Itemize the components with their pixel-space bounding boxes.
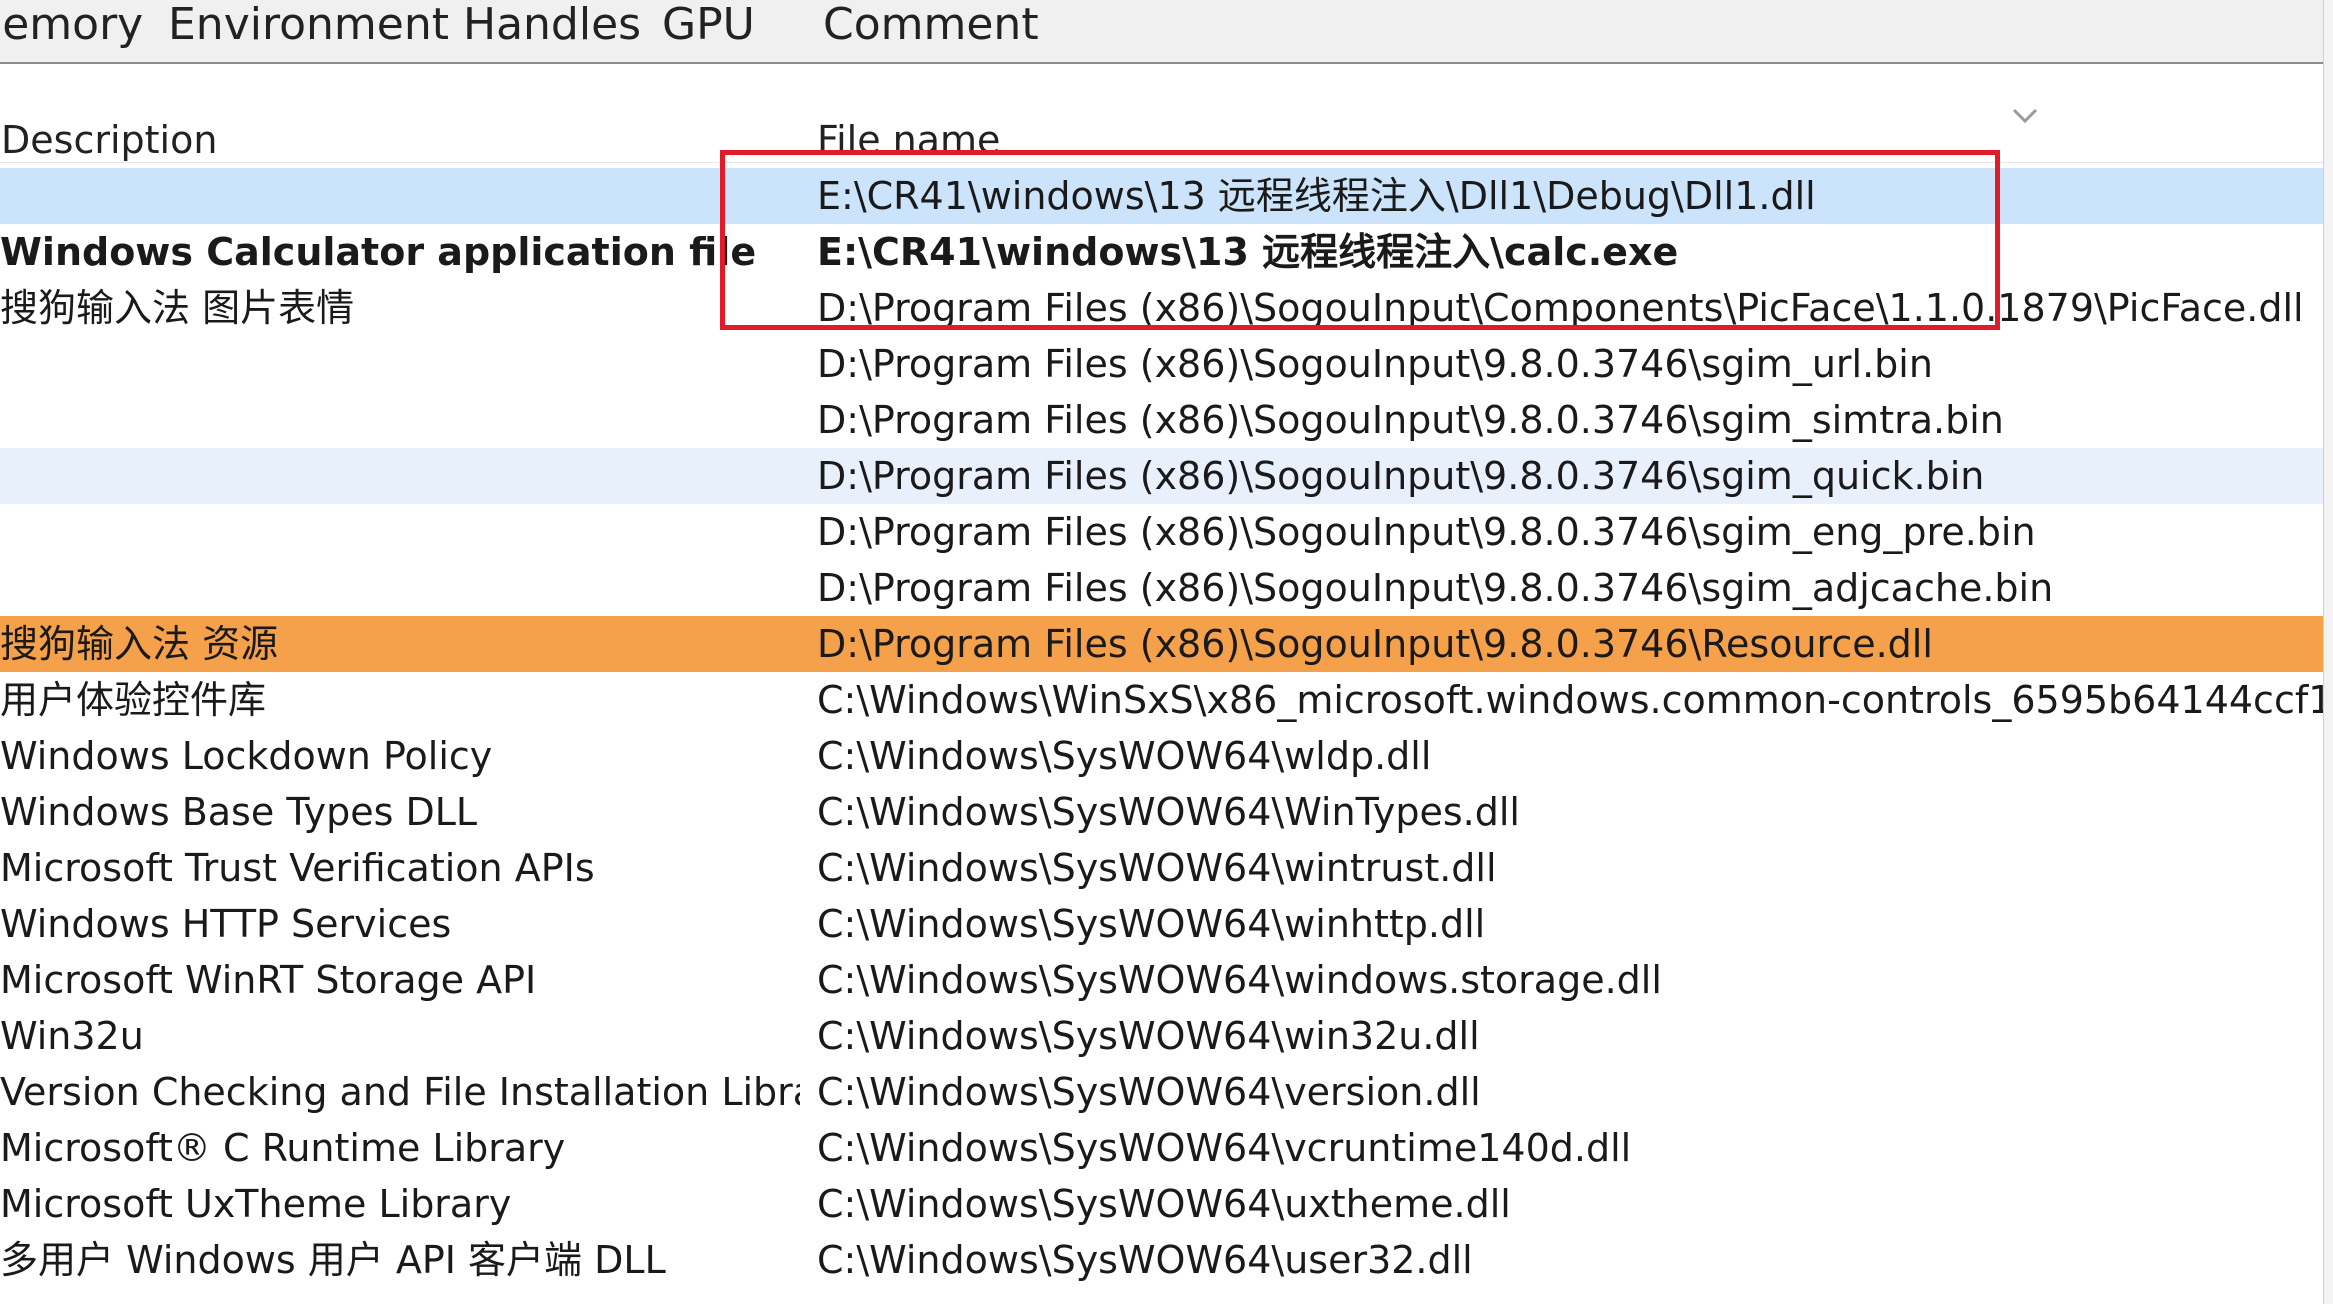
table-row[interactable]: E:\CR41\windows\13 远程线程注入\Dll1\Debug\Dll… [0, 168, 2333, 224]
file-name-cell: C:\Windows\WinSxS\x86_microsoft.windows.… [817, 678, 2333, 722]
description-cell: 搜狗输入法 图片表情 [0, 286, 355, 330]
file-name-cell: C:\Windows\SysWOW64\uxtheme.dll [817, 1182, 1511, 1226]
table-row[interactable]: Microsoft Trust Verification APIs C:\Wind… [0, 840, 2333, 896]
file-name-cell: D:\Program Files (x86)\SogouInput\9.8.0.… [817, 342, 1933, 386]
file-name-cell: C:\Windows\SysWOW64\wintrust.dll [817, 846, 1497, 890]
description-cell: Windows Lockdown Policy [0, 734, 493, 778]
description-cell: Microsoft® C Runtime Library [0, 1126, 566, 1170]
file-name-cell: C:\Windows\SysWOW64\version.dll [817, 1070, 1481, 1114]
table-row[interactable]: Win32u C:\Windows\SysWOW64\win32u.dll [0, 1008, 2333, 1064]
file-name-cell: D:\Program Files (x86)\SogouInput\9.8.0.… [817, 510, 2036, 554]
description-cell: Microsoft WinRT Storage API [0, 958, 537, 1002]
description-cell [0, 504, 800, 560]
description-cell: 用户体验控件库 [0, 678, 267, 722]
description-cell: Windows Calculator application file [0, 230, 757, 274]
file-name-cell: D:\Program Files (x86)\SogouInput\Compon… [817, 286, 2304, 330]
header-divider [0, 162, 2333, 163]
table-row[interactable]: D:\Program Files (x86)\SogouInput\9.8.0.… [0, 392, 2333, 448]
file-name-cell: E:\CR41\windows\13 远程线程注入\calc.exe [817, 230, 1679, 274]
chevron-down-icon[interactable] [2010, 104, 2040, 128]
table-row[interactable]: D:\Program Files (x86)\SogouInput\9.8.0.… [0, 560, 2333, 616]
table-row[interactable]: Windows Base Types DLL C:\Windows\SysWOW6… [0, 784, 2333, 840]
table-row[interactable]: Windows Calculator application file E:\CR… [0, 224, 2333, 280]
file-name-cell: C:\Windows\SysWOW64\win32u.dll [817, 1014, 1480, 1058]
description-cell: Microsoft Trust Verification APIs [0, 846, 595, 890]
table-row[interactable]: Windows HTTP Services C:\Windows\SysWOW64… [0, 896, 2333, 952]
description-cell: 搜狗输入法 资源 [0, 622, 279, 666]
description-cell [0, 336, 800, 392]
file-name-cell: C:\Windows\SysWOW64\WinTypes.dll [817, 790, 1520, 834]
scrollbar-edge[interactable] [2323, 0, 2333, 1304]
description-cell [0, 168, 800, 224]
description-cell [0, 448, 800, 504]
table-row[interactable]: Microsoft® C Runtime Library C:\Windows\S… [0, 1120, 2333, 1176]
table-row[interactable]: Version Checking and File Installation L… [0, 1064, 2333, 1120]
description-cell [0, 560, 800, 616]
tab-memory[interactable]: lemory [0, 0, 143, 56]
tab-gpu[interactable]: GPU [662, 0, 755, 56]
tab-environment[interactable]: Environment [168, 0, 449, 56]
description-cell: 多用户 Windows 用户 API 客户端 DLL [0, 1238, 666, 1282]
table-row[interactable]: D:\Program Files (x86)\SogouInput\9.8.0.… [0, 336, 2333, 392]
file-name-cell: C:\Windows\SysWOW64\user32.dll [817, 1238, 1473, 1282]
file-name-cell: C:\Windows\SysWOW64\vcruntime140d.dll [817, 1126, 1632, 1170]
file-name-cell: D:\Program Files (x86)\SogouInput\9.8.0.… [817, 622, 1933, 666]
description-cell: Version Checking and File Installation L… [0, 1070, 800, 1114]
description-cell: Windows Base Types DLL [0, 790, 478, 834]
table-row[interactable]: D:\Program Files (x86)\SogouInput\9.8.0.… [0, 448, 2333, 504]
table-row[interactable]: 用户体验控件库 C:\Windows\WinSxS\x86_microsoft.w… [0, 672, 2333, 728]
file-name-cell: C:\Windows\SysWOW64\wldp.dll [817, 734, 1432, 778]
file-name-cell: E:\CR41\windows\13 远程线程注入\Dll1\Debug\Dll… [817, 174, 1816, 218]
table-row[interactable]: 搜狗输入法 图片表情 D:\Program Files (x86)\SogouIn… [0, 280, 2333, 336]
description-cell: Microsoft UxTheme Library [0, 1182, 512, 1226]
file-name-cell: D:\Program Files (x86)\SogouInput\9.8.0.… [817, 398, 2004, 442]
tab-handles[interactable]: Handles [463, 0, 641, 56]
table-row[interactable]: Microsoft WinRT Storage API C:\Windows\Sy… [0, 952, 2333, 1008]
file-name-cell: D:\Program Files (x86)\SogouInput\9.8.0.… [817, 454, 1985, 498]
description-cell [0, 392, 800, 448]
column-header-file-name[interactable]: File name [817, 112, 1000, 168]
tab-comment[interactable]: Comment [823, 0, 1039, 56]
table-row[interactable]: 搜狗输入法 资源 D:\Program Files (x86)\SogouInpu… [0, 616, 2333, 672]
file-name-cell: C:\Windows\SysWOW64\winhttp.dll [817, 902, 1486, 946]
file-name-cell: D:\Program Files (x86)\SogouInput\9.8.0.… [817, 566, 2054, 610]
table-row[interactable]: 多用户 Windows 用户 API 客户端 DLL C:\Windows\Sys… [0, 1232, 2333, 1288]
description-cell: Win32u [0, 1014, 144, 1058]
file-name-cell: C:\Windows\SysWOW64\windows.storage.dll [817, 958, 1662, 1002]
description-cell: Windows HTTP Services [0, 902, 452, 946]
column-header-description[interactable]: Description [1, 112, 217, 168]
tab-bar: lemory Environment Handles GPU Comment [0, 0, 2333, 64]
table-row[interactable]: Windows Lockdown Policy C:\Windows\SysWOW… [0, 728, 2333, 784]
table-row[interactable]: D:\Program Files (x86)\SogouInput\9.8.0.… [0, 504, 2333, 560]
table-row[interactable]: Microsoft UxTheme Library C:\Windows\SysW… [0, 1176, 2333, 1232]
